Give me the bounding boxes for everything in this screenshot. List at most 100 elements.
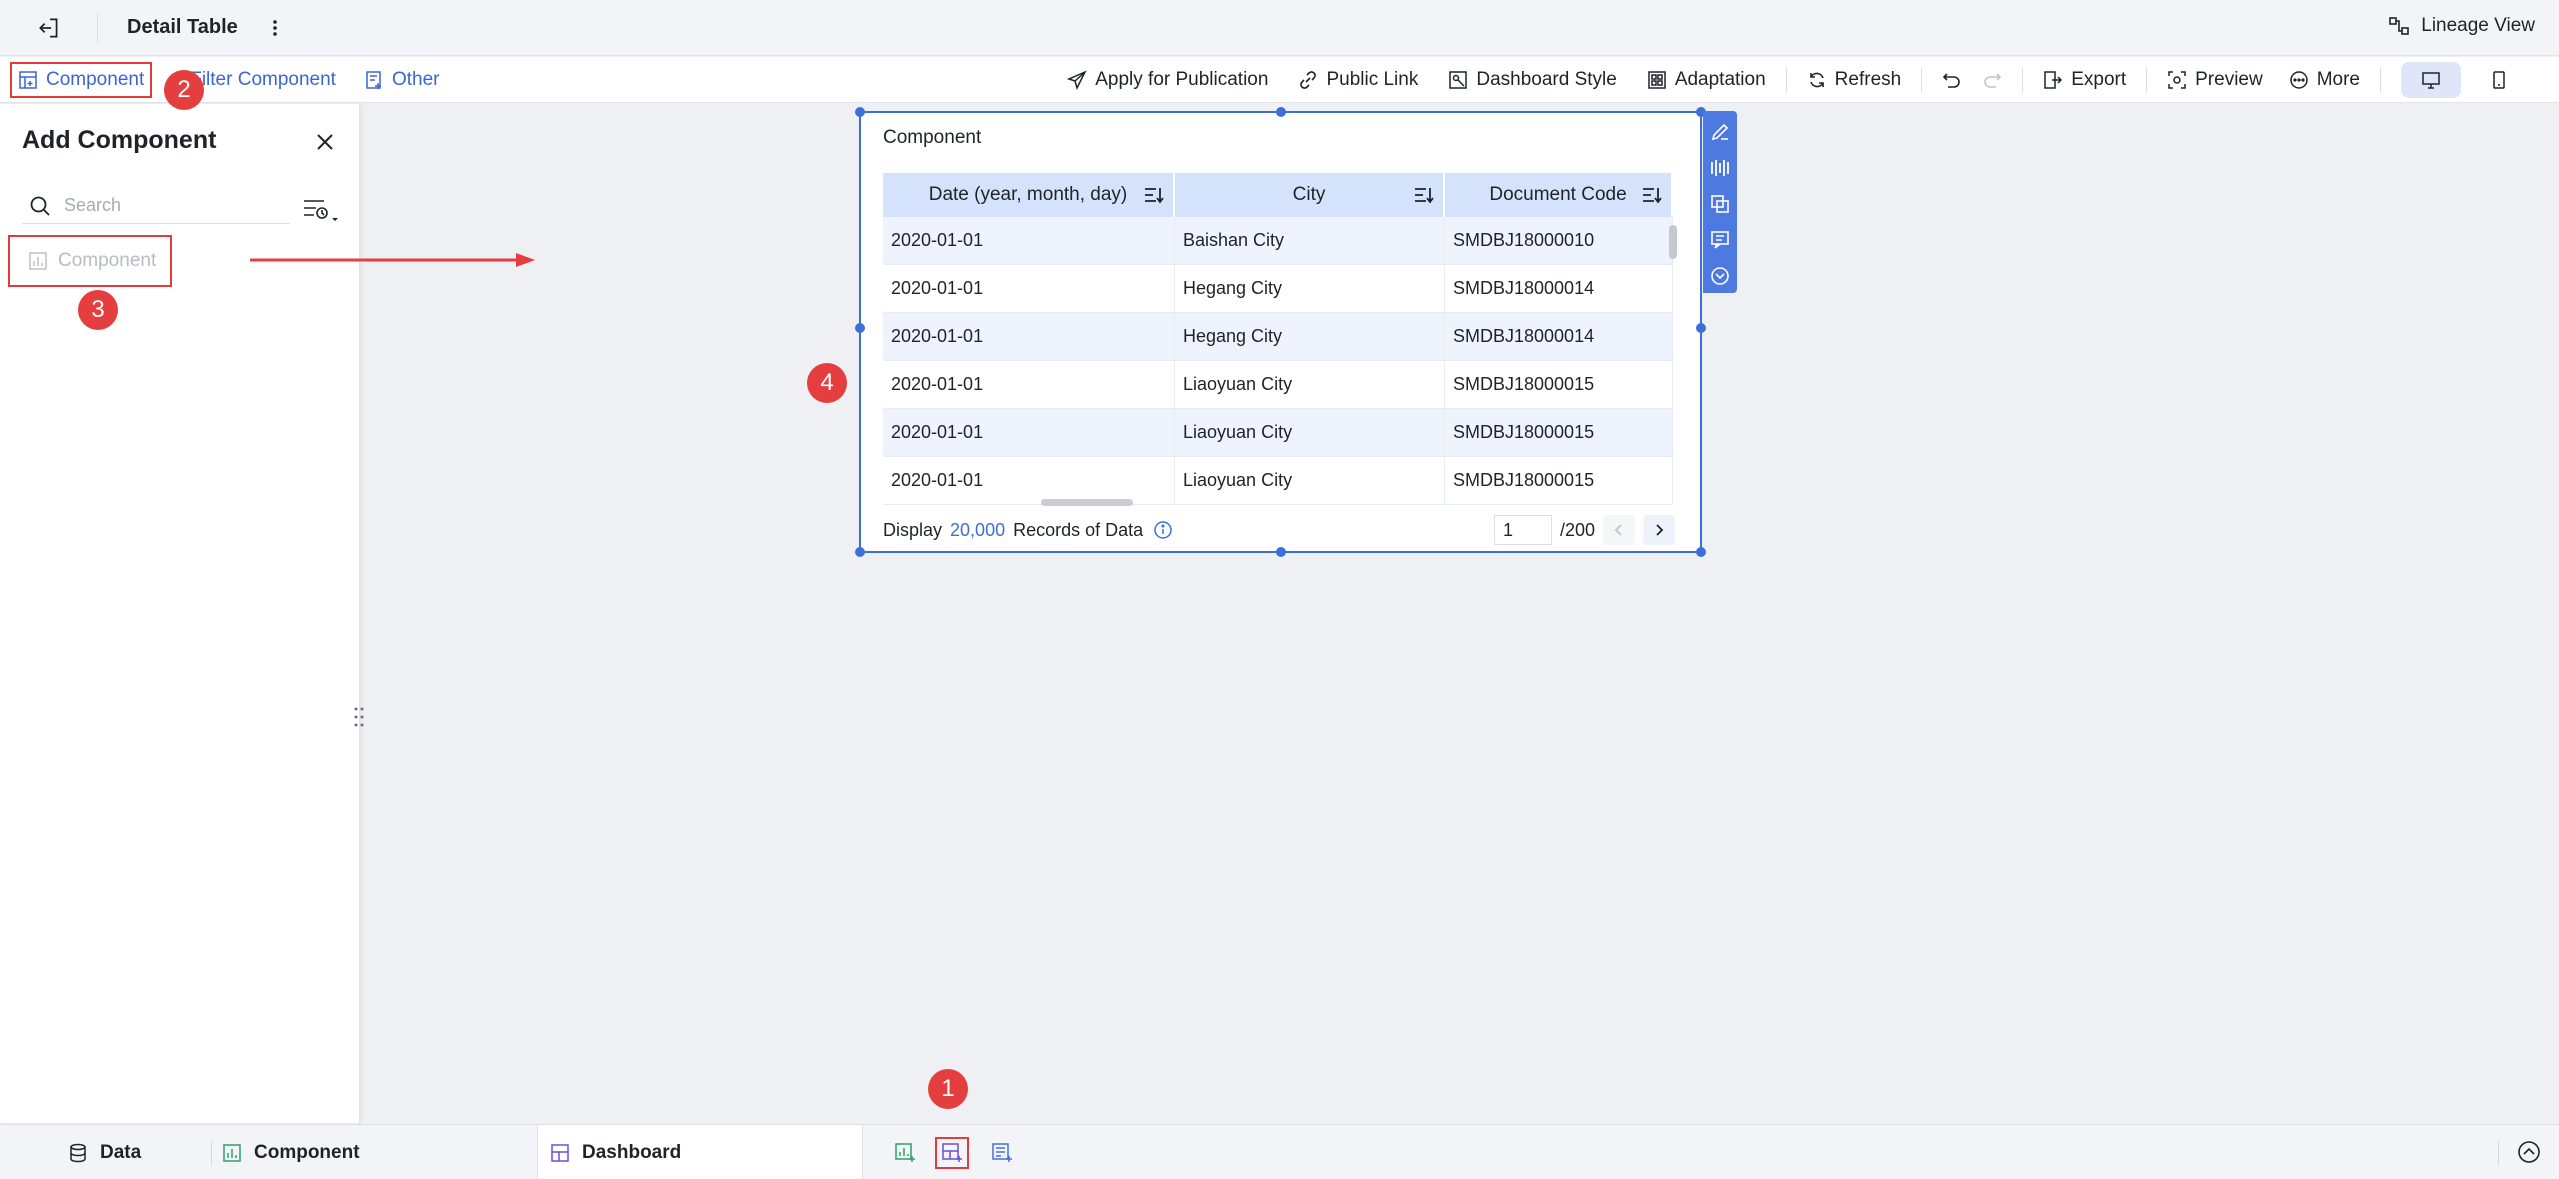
column-header-label: City	[1292, 184, 1326, 205]
resize-handle[interactable]	[1276, 547, 1286, 557]
record-count: 20,000	[950, 519, 1006, 540]
chevron-down-circle-icon[interactable]	[1705, 261, 1735, 291]
column-header[interactable]: Date (year, month, day)	[883, 173, 1175, 217]
table-row: 2020-01-01 Hegang City SMDBJ18000014	[883, 313, 1673, 361]
other-button[interactable]: Other	[364, 69, 440, 91]
vertical-scrollbar[interactable]	[1669, 225, 1677, 259]
resize-handle[interactable]	[1696, 547, 1706, 557]
chevron-left-icon	[1614, 524, 1622, 536]
table-cell: Baishan City	[1175, 217, 1445, 264]
database-icon	[70, 1143, 86, 1162]
redo-icon	[1984, 73, 2002, 88]
table-row: 2020-01-01 Liaoyuan City SMDBJ18000015	[883, 457, 1673, 505]
table-cell: Liaoyuan City	[1175, 409, 1445, 456]
table-component-widget[interactable]: Component Date (year, month, day) City D…	[855, 107, 1706, 557]
other-icon	[366, 71, 381, 89]
apply-publication-label: Apply for Publication	[1095, 69, 1269, 90]
horizontal-scrollbar[interactable]	[1041, 499, 1133, 506]
undo-button[interactable]	[1942, 70, 1962, 90]
annotation-badge-3: 3	[78, 290, 118, 330]
pagination: /200	[1493, 515, 1675, 545]
comment-icon[interactable]	[1705, 225, 1735, 255]
component-item-label: Component	[58, 250, 157, 271]
preview-button[interactable]: Preview	[2167, 69, 2263, 91]
chart-type-icon[interactable]	[1705, 153, 1735, 183]
table-cell: 2020-01-01	[883, 217, 1175, 264]
page-input[interactable]	[1493, 515, 1552, 545]
public-link-button[interactable]: Public Link	[1298, 69, 1418, 91]
column-header[interactable]: Document Code	[1445, 173, 1673, 217]
add-component-tab-button[interactable]	[888, 1137, 922, 1169]
collapse-icon[interactable]	[2515, 1138, 2543, 1166]
tab-data[interactable]: Data	[68, 1125, 141, 1179]
edit-icon[interactable]	[1705, 117, 1735, 147]
toolbar: Component Filter Component Other Apply f…	[0, 57, 2559, 103]
sort-icon[interactable]	[1413, 185, 1435, 205]
tab-component[interactable]: Component	[222, 1125, 360, 1179]
table-cell: 2020-01-01	[883, 361, 1175, 408]
export-label: Export	[2071, 69, 2127, 90]
close-icon[interactable]	[313, 130, 337, 154]
more-button[interactable]: More	[2289, 69, 2360, 91]
redo-button[interactable]	[1982, 70, 2002, 90]
annotation-badge-4: 4	[807, 363, 847, 403]
sort-icon[interactable]	[1641, 185, 1663, 205]
exit-icon[interactable]	[36, 15, 62, 41]
next-page-button[interactable]	[1643, 515, 1675, 545]
table-cell: SMDBJ18000015	[1445, 409, 1673, 456]
export-button[interactable]: Export	[2043, 69, 2126, 91]
detail-table: Date (year, month, day) City Document Co…	[883, 173, 1673, 506]
filter-settings-icon[interactable]	[302, 196, 338, 224]
component-menu-button[interactable]: Component	[10, 62, 153, 98]
page-title: Detail Table	[127, 16, 238, 38]
apply-publication-button[interactable]: Apply for Publication	[1067, 69, 1268, 91]
table-footer: Display 20,000 Records of Data /200	[883, 515, 1683, 545]
divider	[97, 12, 98, 44]
add-dashboard-tab-button[interactable]	[935, 1137, 969, 1169]
desktop-view-button[interactable]	[2401, 62, 2461, 98]
resize-handle[interactable]	[855, 547, 865, 557]
export-icon	[2044, 71, 2063, 89]
table-cell: Hegang City	[1175, 265, 1445, 312]
annotation-badge-2: 2	[164, 70, 204, 110]
dashboard-style-button[interactable]: Dashboard Style	[1448, 69, 1617, 91]
vertical-dots-icon[interactable]	[268, 15, 282, 41]
refresh-button[interactable]: Refresh	[1807, 69, 1902, 91]
mobile-view-button[interactable]	[2469, 62, 2529, 98]
add-report-tab-button[interactable]	[985, 1137, 1019, 1169]
annotation-badge-1: 1	[928, 1069, 968, 1109]
lineage-view-button[interactable]: Lineage View	[2387, 14, 2535, 38]
copy-icon[interactable]	[1705, 189, 1735, 219]
divider	[211, 1141, 212, 1165]
component-list-item[interactable]: Component	[8, 235, 172, 287]
table-cell: Liaoyuan City	[1175, 457, 1445, 504]
desktop-icon	[2422, 72, 2440, 89]
prev-page-button[interactable]	[1603, 515, 1635, 545]
link-icon	[1300, 71, 1317, 89]
divider	[1785, 67, 1787, 93]
table-row: 2020-01-01 Hegang City SMDBJ18000014	[883, 265, 1673, 313]
adaptation-button[interactable]: Adaptation	[1647, 69, 1766, 91]
sort-icon[interactable]	[1143, 185, 1165, 205]
resize-handle[interactable]	[855, 107, 865, 117]
column-header[interactable]: City	[1175, 173, 1445, 217]
tab-dashboard[interactable]: Dashboard	[537, 1125, 863, 1179]
divider	[2498, 1141, 2499, 1165]
resize-handle[interactable]	[1276, 107, 1286, 117]
lineage-label: Lineage View	[2421, 15, 2535, 36]
undo-icon	[1943, 73, 1960, 88]
table-cell: SMDBJ18000015	[1445, 361, 1673, 408]
more-label: More	[2316, 69, 2360, 90]
filter-component-button[interactable]: Filter Component	[190, 69, 336, 91]
refresh-label: Refresh	[1834, 69, 1902, 90]
info-icon[interactable]	[1153, 520, 1173, 540]
preview-icon	[2168, 71, 2186, 89]
resize-handle[interactable]	[1696, 323, 1706, 333]
search-icon	[30, 196, 50, 216]
table-header: Date (year, month, day) City Document Co…	[883, 173, 1673, 217]
resize-handle[interactable]	[855, 323, 865, 333]
widget-toolbar	[1703, 111, 1737, 293]
search-input[interactable]	[64, 195, 284, 216]
dashboard-style-label: Dashboard Style	[1476, 69, 1617, 90]
panel-resize-handle[interactable]	[352, 704, 366, 730]
